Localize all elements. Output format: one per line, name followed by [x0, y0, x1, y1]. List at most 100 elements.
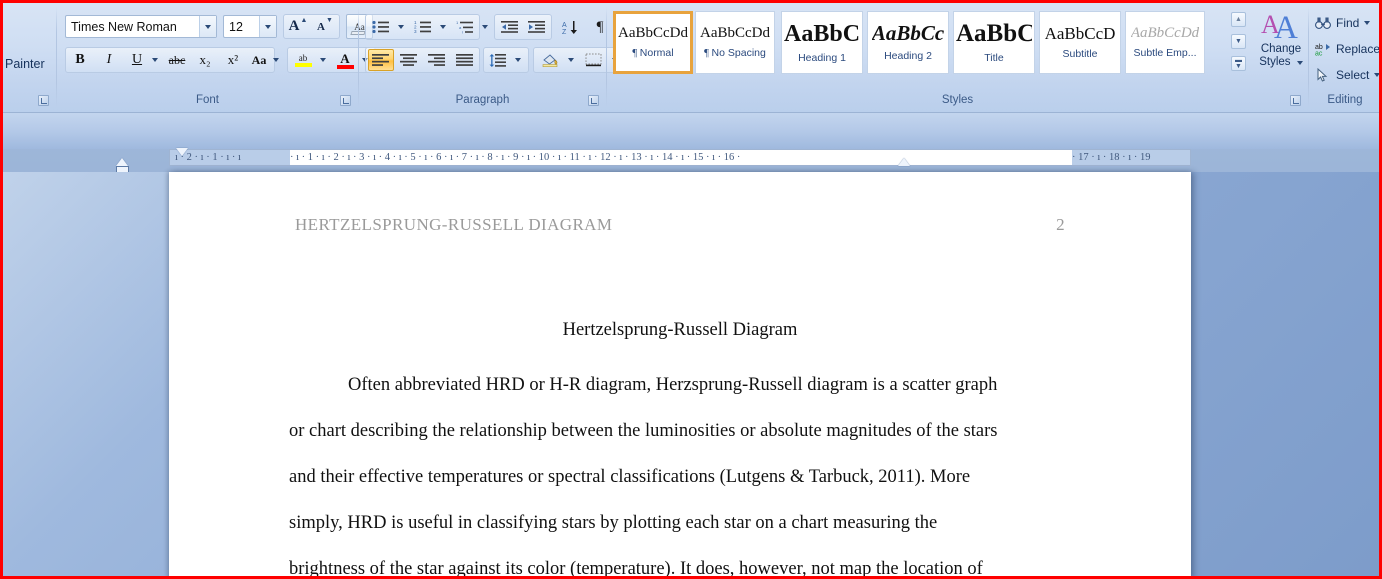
document-text-line: and their effective temperatures or spec… — [289, 467, 971, 487]
underline-glyph: U — [131, 52, 143, 67]
font-size-dropdown-arrow[interactable] — [259, 16, 276, 37]
change-styles-button[interactable]: A A Change Styles — [1255, 9, 1307, 87]
bold-button[interactable]: B — [67, 49, 93, 71]
decrease-indent-button[interactable] — [497, 16, 523, 38]
select-button[interactable]: Select — [1315, 65, 1379, 85]
shrink-font-button[interactable]: A ▼ — [312, 16, 338, 37]
first-line-indent-marker[interactable] — [176, 148, 188, 156]
style-card-subtle-emp[interactable]: AaBbCcDd Subtle Emp... — [1125, 11, 1205, 74]
style-name-text: Title — [984, 52, 1004, 65]
document-page[interactable]: HERTZELSPRUNG-RUSSELL DIAGRAM 2 Hertzels… — [169, 172, 1191, 576]
find-label: Find — [1336, 16, 1360, 30]
align-center-button[interactable] — [396, 49, 422, 71]
find-dropdown-arrow[interactable] — [1364, 21, 1371, 25]
font-dialog-launcher[interactable] — [340, 95, 351, 106]
pilcrow-glyph: ¶ — [596, 18, 604, 35]
styles-more-button[interactable]: ▬ ▼ — [1231, 56, 1246, 71]
increase-indent-icon — [528, 21, 545, 33]
group-separator — [358, 7, 359, 108]
ruler-band — [3, 113, 1379, 149]
numbering-button[interactable]: 1 2 3 — [410, 16, 436, 38]
style-card-no-spacing[interactable]: AaBbCcDd ¶ No Spacing — [695, 11, 775, 74]
styles-scrollbar[interactable]: ▲ ▼ ▬ ▼ — [1231, 12, 1246, 74]
grow-font-button[interactable]: A ▲ — [285, 16, 311, 37]
subscript-button[interactable]: x₂ — [192, 49, 218, 71]
justify-button[interactable] — [452, 49, 478, 71]
font-name-combo[interactable]: Times New Roman — [65, 15, 217, 38]
text-highlight-button[interactable]: ab — [290, 49, 316, 71]
ruler-right-ticks: · 17 · ı · 18 · ı · 19 — [1072, 152, 1151, 163]
styles-scroll-down-button[interactable]: ▼ — [1231, 34, 1246, 49]
font-group-label: Font — [195, 94, 219, 106]
align-left-button[interactable] — [368, 49, 394, 71]
page-header: HERTZELSPRUNG-RUSSELL DIAGRAM 2 — [295, 215, 1065, 235]
ruler-left-ticks: ı · 2 · ı · 1 · ı · ı — [175, 152, 241, 163]
style-sample-text: AaBbCcDd — [618, 25, 688, 41]
document-text-line: or chart describing the relationship bet… — [289, 421, 998, 441]
font-color-glyph: A — [340, 50, 350, 66]
styles-scroll-up-button[interactable]: ▲ — [1231, 12, 1246, 27]
strikethrough-button[interactable]: abc — [163, 49, 191, 71]
font-size-combo[interactable]: 12 — [223, 15, 277, 38]
style-name-label: Heading 1 — [798, 53, 846, 64]
paint-bucket-icon — [542, 53, 557, 67]
multilevel-list-icon: 1 a i — [456, 20, 473, 34]
highlight-color-swatch — [294, 63, 312, 67]
change-case-glyph: Aa — [251, 52, 267, 67]
find-button[interactable]: Find — [1315, 13, 1371, 33]
clipboard-dialog-launcher[interactable] — [38, 95, 49, 106]
italic-button[interactable]: I — [96, 49, 122, 71]
align-center-icon — [400, 54, 417, 66]
line-spacing-button[interactable] — [485, 49, 511, 71]
styles-dialog-launcher[interactable] — [1290, 95, 1301, 106]
style-card-title[interactable]: AaBbC Title — [953, 11, 1035, 74]
change-case-button[interactable]: Aa — [247, 49, 271, 71]
shading-button[interactable] — [536, 49, 564, 71]
underline-button[interactable]: U — [125, 49, 149, 71]
document-body-paragraph[interactable]: Often abbreviated HRD or H-R diagram, He… — [289, 362, 1079, 576]
running-head: HERTZELSPRUNG-RUSSELL DIAGRAM — [295, 215, 613, 234]
bullets-icon — [372, 20, 389, 34]
font-color-button[interactable]: A — [332, 49, 358, 71]
document-text-line: simply, HRD is useful in classifying sta… — [289, 513, 938, 533]
underline-dropdown-arrow[interactable] — [149, 53, 161, 67]
increase-indent-button[interactable] — [524, 16, 550, 38]
style-card-heading-1[interactable]: AaBbC Heading 1 — [781, 11, 863, 74]
change-case-dropdown-arrow[interactable] — [270, 53, 282, 67]
right-indent-marker[interactable] — [898, 158, 910, 166]
bullets-button[interactable] — [368, 16, 394, 38]
superscript-button[interactable]: x² — [220, 49, 246, 71]
bold-glyph: B — [75, 52, 85, 67]
multilevel-list-button[interactable]: 1 a i — [452, 16, 478, 38]
style-sample-text: AaBbC — [956, 21, 1032, 47]
horizontal-ruler[interactable]: ı · 2 · ı · 1 · ı · ı · ı · 1 · ı · 2 · … — [169, 149, 1191, 166]
borders-button[interactable] — [580, 49, 608, 71]
highlight-dropdown-arrow[interactable] — [317, 53, 329, 67]
sort-button[interactable]: A Z — [557, 16, 583, 38]
numbering-dropdown-arrow[interactable] — [437, 20, 449, 34]
style-name-label: Subtle Emp... — [1133, 48, 1196, 59]
align-right-button[interactable] — [424, 49, 450, 71]
style-card-subtitle[interactable]: AaBbCcD Subtitle — [1039, 11, 1121, 74]
word-application-window: Painter Times New Roman 12 A ▲ A ▼ Aa B … — [0, 0, 1382, 579]
replace-button[interactable]: ab ac Replace — [1315, 39, 1379, 59]
hanging-indent-marker[interactable] — [116, 158, 128, 166]
shading-dropdown-arrow[interactable] — [565, 53, 577, 67]
style-card-normal[interactable]: AaBbCcDd ¶ Normal — [613, 11, 693, 74]
font-name-dropdown-arrow[interactable] — [199, 16, 216, 37]
bullets-dropdown-arrow[interactable] — [395, 20, 407, 34]
multilevel-dropdown-arrow[interactable] — [479, 20, 491, 34]
svg-text:A: A — [562, 22, 567, 29]
style-card-heading-2[interactable]: AaBbCc Heading 2 — [867, 11, 949, 74]
style-name-text: Heading 1 — [798, 51, 846, 64]
highlight-glyph: ab — [298, 53, 308, 63]
cursor-arrow-icon — [1317, 68, 1328, 82]
style-name-text: Normal — [639, 46, 674, 59]
format-painter-label[interactable]: Painter — [5, 57, 45, 71]
svg-text:i: i — [462, 29, 463, 34]
svg-text:Z: Z — [562, 29, 567, 35]
select-dropdown-arrow[interactable] — [1374, 73, 1379, 77]
paragraph-dialog-launcher[interactable] — [588, 95, 599, 106]
document-title: Hertzelsprung-Russell Diagram — [562, 320, 798, 340]
line-spacing-dropdown-arrow[interactable] — [512, 53, 524, 67]
